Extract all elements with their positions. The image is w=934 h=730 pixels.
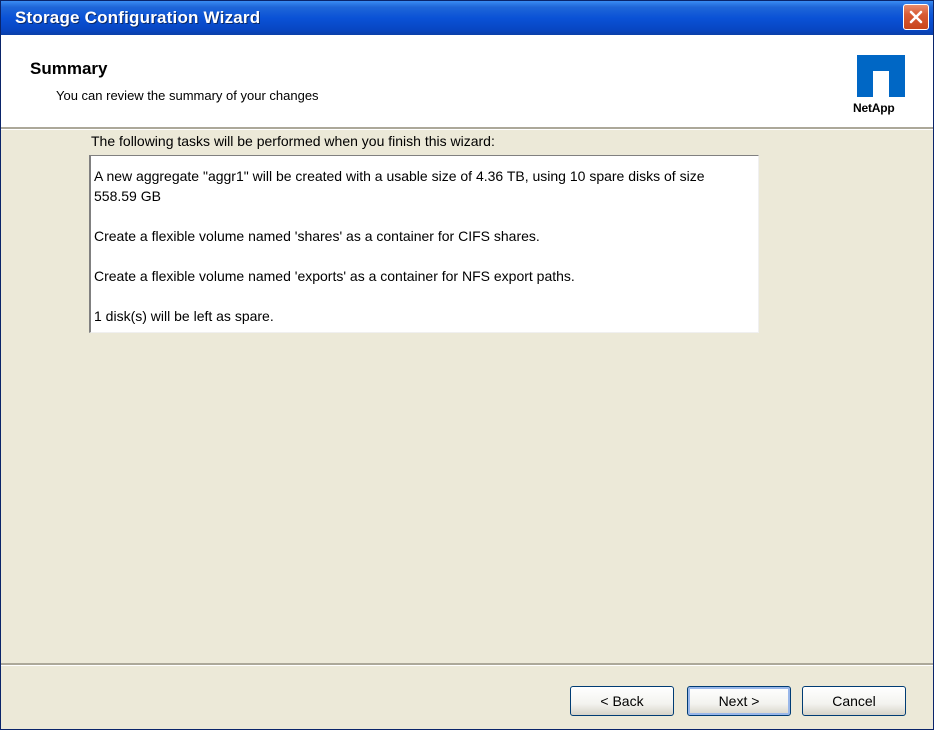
cancel-button[interactable]: Cancel — [802, 686, 906, 716]
wizard-header — [1, 35, 933, 127]
back-button[interactable]: < Back — [570, 686, 674, 716]
tasks-label: The following tasks will be performed wh… — [91, 133, 495, 149]
next-button[interactable]: Next > — [687, 686, 791, 716]
task-item: A new aggregate "aggr1" will be created … — [94, 168, 705, 204]
summary-textbox[interactable]: A new aggregate "aggr1" will be created … — [89, 155, 759, 333]
logo-text: NetApp — [853, 101, 895, 115]
title-bar[interactable]: Storage Configuration Wizard — [1, 1, 933, 35]
footer-divider — [1, 663, 933, 666]
close-x-icon — [909, 10, 923, 24]
netapp-logo-icon — [857, 55, 905, 97]
close-button[interactable] — [903, 4, 929, 30]
task-item: Create a flexible volume named 'shares' … — [94, 228, 540, 244]
page-title: Summary — [30, 59, 108, 78]
wizard-window: Storage Configuration Wizard Summary You… — [0, 0, 934, 730]
page-subtitle: You can review the summary of your chang… — [56, 88, 319, 103]
netapp-logo: NetApp — [853, 55, 909, 115]
task-item: Create a flexible volume named 'exports'… — [94, 268, 575, 284]
window-title: Storage Configuration Wizard — [15, 8, 261, 27]
task-item: 1 disk(s) will be left as spare. — [94, 308, 274, 324]
header-divider — [1, 127, 933, 130]
